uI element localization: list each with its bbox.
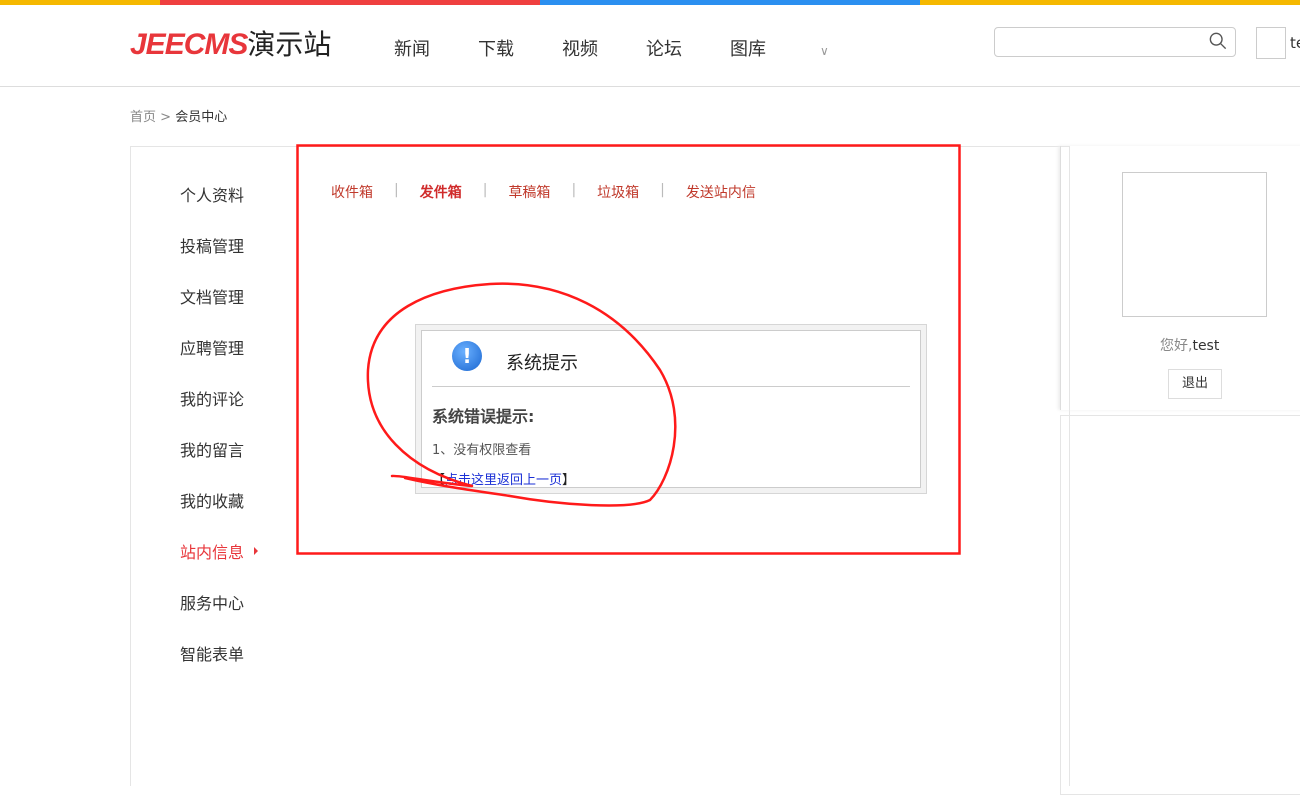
tab-send-message[interactable]: 发送站内信: [686, 182, 756, 202]
side-panel: [1060, 415, 1300, 795]
message-tabs: 收件箱 | 发件箱 | 草稿箱 | 垃圾箱 | 发送站内信: [331, 182, 756, 202]
divider: [432, 386, 910, 387]
sidebar-item-guestbook[interactable]: 我的留言: [180, 437, 258, 488]
username[interactable]: te: [1290, 34, 1300, 52]
back-row: 【点击这里返回上一页】: [432, 473, 576, 488]
nav-forum[interactable]: 论坛: [646, 35, 682, 61]
breadcrumb: 首页 > 会员中心: [130, 110, 228, 125]
chevron-down-icon: ∨: [820, 44, 829, 58]
system-message-box: ! 系统提示 系统错误提示: 1、没有权限查看 【点击这里返回上一页】: [415, 324, 927, 494]
breadcrumb-home[interactable]: 首页: [130, 110, 156, 125]
nav-gallery[interactable]: 图库 ∨: [730, 35, 877, 61]
sidebar-item-documents[interactable]: 文档管理: [180, 284, 258, 335]
sidebar-item-messages[interactable]: 站内信息: [180, 539, 258, 590]
main-nav: 新闻 下载 视频 论坛 图库 ∨: [394, 35, 925, 61]
sidebar-item-favorites[interactable]: 我的收藏: [180, 488, 258, 539]
info-icon: !: [452, 341, 482, 371]
sidebar-item-forms[interactable]: 智能表单: [180, 641, 258, 692]
sidebar-item-jobs[interactable]: 应聘管理: [180, 335, 258, 386]
error-heading: 系统错误提示:: [432, 407, 535, 426]
greeting: 您好,test: [1160, 338, 1220, 354]
tab-drafts[interactable]: 草稿箱: [508, 182, 550, 202]
nav-news[interactable]: 新闻: [394, 35, 430, 61]
back-link[interactable]: 点击这里返回上一页: [445, 473, 562, 488]
sidebar-item-contributions[interactable]: 投稿管理: [180, 233, 258, 284]
sidebar-item-comments[interactable]: 我的评论: [180, 386, 258, 437]
sidebar-item-profile[interactable]: 个人资料: [180, 182, 258, 233]
nav-download[interactable]: 下载: [478, 35, 514, 61]
search-input[interactable]: [994, 27, 1236, 57]
user-avatar: [1122, 172, 1267, 317]
logout-button[interactable]: 退出: [1168, 369, 1222, 399]
error-line: 1、没有权限查看: [432, 443, 532, 458]
nav-video[interactable]: 视频: [562, 35, 598, 61]
logo[interactable]: JEECMS演示站: [130, 27, 331, 63]
search-icon[interactable]: [1209, 32, 1227, 50]
tab-outbox[interactable]: 发件箱: [420, 182, 462, 202]
tab-inbox[interactable]: 收件箱: [331, 182, 373, 202]
sidebar-item-service[interactable]: 服务中心: [180, 590, 258, 641]
avatar[interactable]: [1256, 27, 1286, 59]
message-title: 系统提示: [506, 353, 578, 374]
sidebar: 个人资料 投稿管理 文档管理 应聘管理 我的评论 我的留言 我的收藏 站内信息 …: [180, 182, 258, 692]
tab-trash[interactable]: 垃圾箱: [597, 182, 639, 202]
